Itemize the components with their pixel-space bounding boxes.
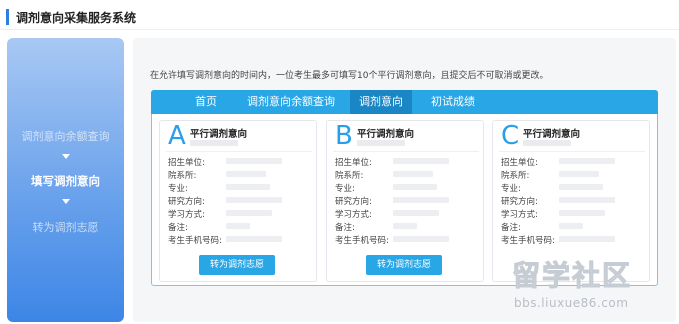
field-label: 考生手机号码: <box>501 236 555 246</box>
field-value-placeholder <box>226 184 270 190</box>
page-title: 调剂意向采集服务系统 <box>16 10 137 25</box>
sidebar: 调剂意向余额查询 填写调剂意向 转为调剂志愿 <box>7 38 124 322</box>
field-label: 学习方式: <box>335 210 372 220</box>
field-label: 备注: <box>168 223 188 233</box>
convert-button-a[interactable]: 转为调剂志愿 <box>199 255 275 275</box>
column-subtitle-placeholder <box>357 140 405 146</box>
field-value-placeholder <box>226 210 272 216</box>
field-value-placeholder <box>559 171 599 177</box>
field-value-placeholder <box>393 171 433 177</box>
sidebar-item-balance-query[interactable]: 调剂意向余额查询 <box>7 128 124 144</box>
header-divider <box>0 29 679 30</box>
field-value-placeholder <box>393 223 417 229</box>
column-subtitle-placeholder <box>523 140 571 146</box>
sidebar-item-fill-intention[interactable]: 填写调剂意向 <box>7 173 124 189</box>
field-value-placeholder <box>393 197 449 203</box>
watermark-url: bbs.liuxue86.com <box>514 296 629 310</box>
column-divider <box>333 151 479 152</box>
field-label: 学习方式: <box>168 210 205 220</box>
field-value-placeholder <box>559 223 583 229</box>
intention-column-b: B 平行调剂意向 招生单位: 院系所: 专业: 研究方向: 学习方式: 备注: … <box>326 120 484 282</box>
field-value-placeholder <box>226 197 282 203</box>
tab-scores[interactable]: 初试成绩 <box>421 90 485 114</box>
chevron-down-icon <box>62 199 70 204</box>
notice-text: 在允许填写调剂意向的时间内，一位考生最多可填写10个平行调剂意向，且提交后不可取… <box>150 71 549 81</box>
tab-balance-query[interactable]: 调剂意向余额查询 <box>237 90 345 114</box>
field-label: 研究方向: <box>501 197 538 207</box>
field-value-placeholder <box>559 236 615 242</box>
field-label: 研究方向: <box>335 197 372 207</box>
convert-button-b[interactable]: 转为调剂志愿 <box>366 255 442 275</box>
intention-column-a: A 平行调剂意向 招生单位: 院系所: 专业: 研究方向: 学习方式: 备注: … <box>159 120 317 282</box>
field-label: 院系所: <box>501 171 530 181</box>
column-divider <box>166 151 312 152</box>
field-value-placeholder <box>559 184 603 190</box>
watermark-logo-text: 留学社区 <box>511 259 633 293</box>
field-value-placeholder <box>559 197 615 203</box>
field-label: 专业: <box>335 184 355 194</box>
page-header: 调剂意向采集服务系统 <box>6 8 136 26</box>
field-label: 考生手机号码: <box>335 236 389 246</box>
field-label: 院系所: <box>168 171 197 181</box>
column-subtitle-placeholder <box>190 140 238 146</box>
field-value-placeholder <box>393 158 449 164</box>
field-label: 研究方向: <box>168 197 205 207</box>
field-value-placeholder <box>393 210 439 216</box>
field-value-placeholder <box>559 210 605 216</box>
column-letter: A <box>168 121 186 151</box>
field-label: 招生单位: <box>501 158 538 168</box>
field-label: 招生单位: <box>335 158 372 168</box>
field-value-placeholder <box>226 171 266 177</box>
tab-intention[interactable]: 调剂意向 <box>350 90 412 114</box>
field-value-placeholder <box>226 158 282 164</box>
field-value-placeholder <box>559 158 615 164</box>
column-title: 平行调剂意向 <box>523 129 581 140</box>
field-label: 备注: <box>501 223 521 233</box>
field-label: 备注: <box>335 223 355 233</box>
column-title: 平行调剂意向 <box>190 129 248 140</box>
header-accent-bar <box>6 9 9 25</box>
field-value-placeholder <box>393 236 449 242</box>
column-divider <box>499 151 645 152</box>
column-letter: C <box>501 121 520 151</box>
field-label: 考生手机号码: <box>168 236 222 246</box>
tab-bar: 首页 调剂意向余额查询 调剂意向 初试成绩 <box>151 90 658 114</box>
field-value-placeholder <box>393 184 437 190</box>
column-title: 平行调剂意向 <box>357 129 415 140</box>
column-letter: B <box>335 121 353 151</box>
tab-home[interactable]: 首页 <box>181 90 231 114</box>
watermark: 留学社区 bbs.liuxue86.com <box>508 254 668 322</box>
field-label: 专业: <box>501 184 521 194</box>
field-value-placeholder <box>226 223 250 229</box>
field-value-placeholder <box>226 236 282 242</box>
field-label: 学习方式: <box>501 210 538 220</box>
sidebar-item-convert[interactable]: 转为调剂志愿 <box>7 219 124 235</box>
field-label: 院系所: <box>335 171 364 181</box>
field-label: 专业: <box>168 184 188 194</box>
chevron-down-icon <box>62 154 70 159</box>
field-label: 招生单位: <box>168 158 205 168</box>
